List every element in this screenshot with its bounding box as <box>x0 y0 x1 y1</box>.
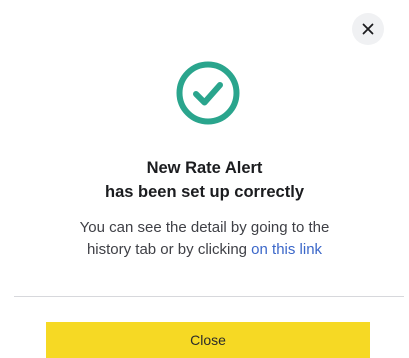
dialog-description-prefix: history tab or by clicking <box>86 241 252 258</box>
rate-alert-confirmation-dialog: New Rate Alert has been set up correctly… <box>0 0 409 358</box>
history-link[interactable]: on this link <box>251 241 322 258</box>
close-button[interactable]: Close <box>46 322 370 358</box>
dialog-title-line2: has been set up correctly <box>105 183 304 201</box>
close-icon <box>362 23 374 35</box>
dialog-description-line1: You can see the detail by going to the <box>79 219 330 236</box>
dialog-title-line1: New Rate Alert <box>146 159 263 177</box>
dialog-description-line2: history tab or by clicking on this link <box>0 239 409 261</box>
check-circle-icon <box>176 61 240 125</box>
dialog-close-x-button[interactable] <box>352 13 384 45</box>
footer-divider <box>14 296 404 297</box>
